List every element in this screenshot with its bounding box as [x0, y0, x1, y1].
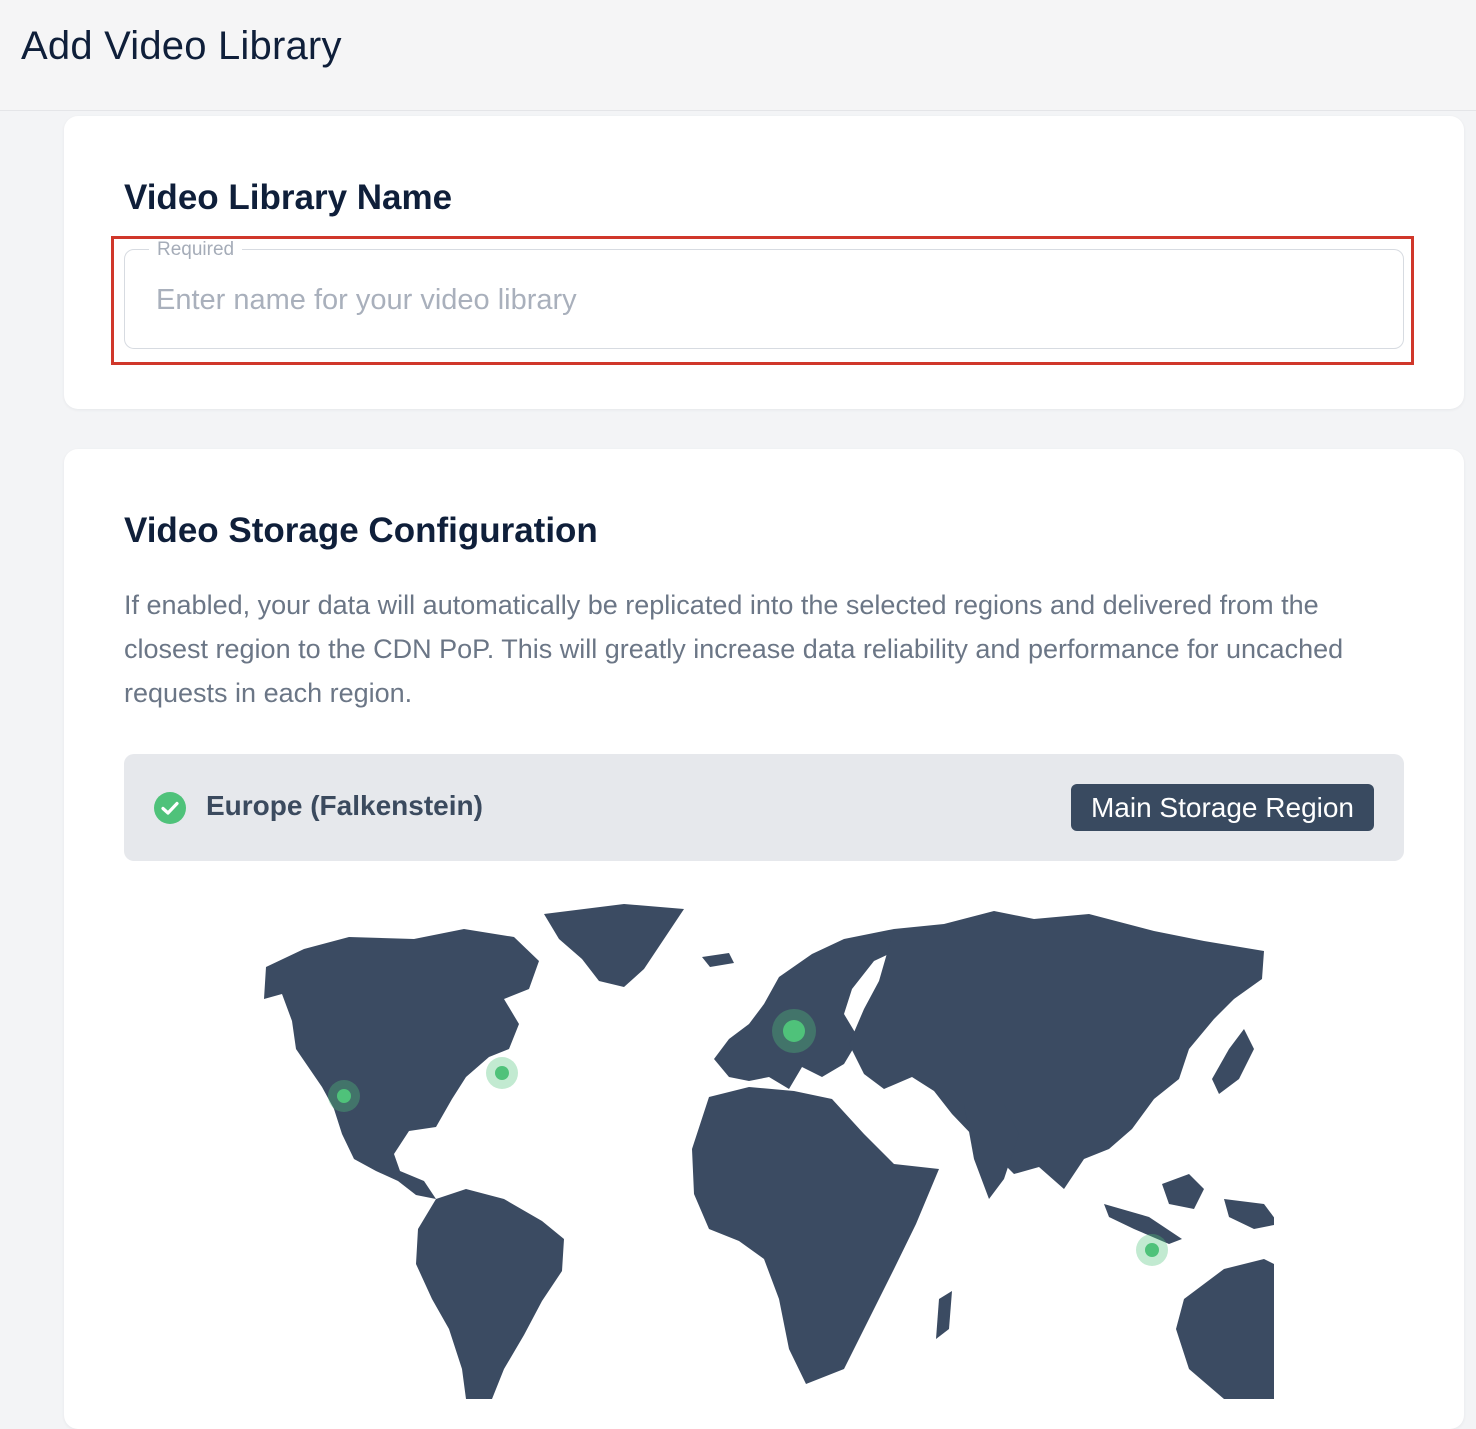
region-name: Europe (Falkenstein): [206, 790, 483, 821]
storage-config-card: Video Storage Configuration If enabled, …: [64, 449, 1464, 1429]
library-name-field[interactable]: Required: [124, 239, 1404, 349]
library-name-card: Video Library Name Required: [64, 116, 1464, 409]
top-bar: Add Video Library: [0, 0, 1476, 111]
world-map: [264, 904, 1274, 1399]
check-circle-icon: [154, 792, 186, 824]
required-label: Required: [149, 239, 243, 261]
page-title: Add Video Library: [21, 24, 342, 68]
library-name-title: Video Library Name: [124, 178, 453, 217]
storage-description: If enabled, your data will automatically…: [124, 590, 1344, 708]
storage-config-title: Video Storage Configuration: [124, 511, 598, 550]
main-storage-badge: Main Storage Region: [1070, 784, 1374, 831]
region-item-europe[interactable]: Europe (Falkenstein) Main Storage Region: [124, 754, 1404, 861]
library-name-input[interactable]: [156, 278, 1356, 322]
world-map-land: [264, 904, 1274, 1399]
